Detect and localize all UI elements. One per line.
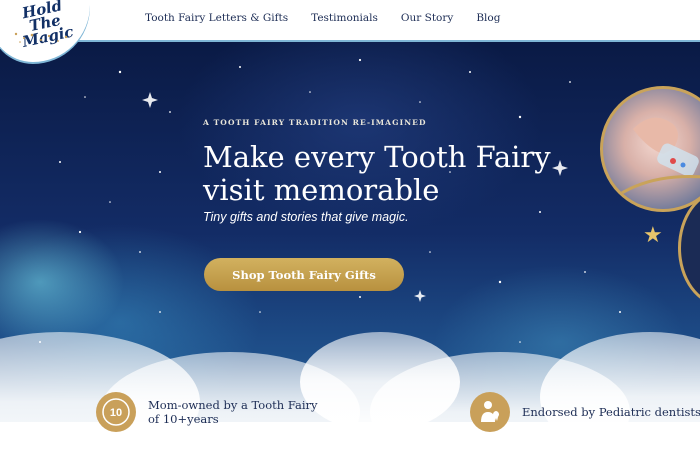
- clouds-decoration: [0, 332, 700, 466]
- badge-number: 10: [110, 407, 122, 419]
- dentist-icon: [470, 392, 510, 432]
- feature-dentists: Endorsed by Pediatric dentists: [470, 392, 700, 432]
- hero-eyebrow: A TOOTH FAIRY TRADITION RE-IMAGINED: [203, 118, 427, 127]
- logo-sparkles-icon: [14, 32, 68, 43]
- nav-link-our-story[interactable]: Our Story: [401, 12, 453, 24]
- nav-link-testimonials[interactable]: Testimonials: [311, 12, 378, 24]
- feature-text-mom-owned: Mom-owned by a Tooth Fairy of 10+years: [148, 398, 318, 426]
- main-nav: Tooth Fairy Letters & Gifts Testimonials…: [145, 12, 500, 24]
- feature-mom-owned: 10 Mom-owned by a Tooth Fairy of 10+year…: [96, 392, 328, 432]
- hero-subline: Tiny gifts and stories that give magic.: [203, 210, 409, 224]
- feature-text-dentists: Endorsed by Pediatric dentists: [522, 405, 700, 419]
- gold-star-icon: ★: [643, 222, 663, 247]
- shop-gifts-button[interactable]: Shop Tooth Fairy Gifts: [204, 258, 404, 291]
- hero-section: A TOOTH FAIRY TRADITION RE-IMAGINED Make…: [0, 42, 700, 466]
- hand-jar-illustration-icon: [612, 117, 700, 201]
- hero-headline: Make every Tooth Fairy visit memorable: [203, 140, 551, 207]
- nav-link-blog[interactable]: Blog: [476, 12, 500, 24]
- ten-years-badge-icon: 10: [96, 392, 136, 432]
- nav-link-letters-gifts[interactable]: Tooth Fairy Letters & Gifts: [145, 12, 288, 24]
